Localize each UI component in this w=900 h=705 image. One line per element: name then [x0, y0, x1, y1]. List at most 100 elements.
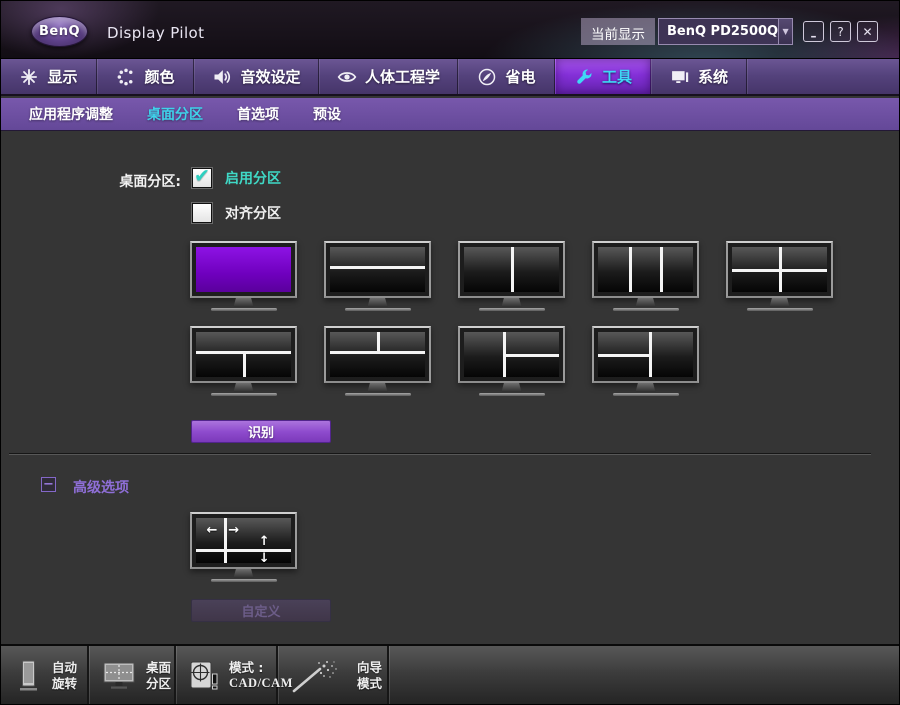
tab-人体工程学[interactable]: 人体工程学 — [319, 59, 458, 94]
tab-颜色[interactable]: 颜色 — [97, 59, 194, 94]
tab-音效设定[interactable]: 音效设定 — [194, 59, 319, 94]
monitor-screen — [598, 332, 693, 377]
benq-logo: BenQ — [31, 16, 88, 47]
toolbar-桌面分区[interactable]: 桌面 分区 — [89, 646, 176, 704]
monitor-base — [344, 308, 411, 311]
resize-arrow-icon: ← — [206, 522, 218, 538]
identify-button[interactable]: 识别 — [191, 420, 331, 443]
monitor-stand — [233, 383, 254, 392]
monitor-frame — [324, 241, 431, 298]
bottom-toolbar: 自动 旋转 桌面 分区 模式 : CAD/CAM 向导 模式 — [1, 644, 899, 704]
color-dots-icon — [116, 67, 136, 87]
tab-label: 音效设定 — [240, 68, 301, 86]
toolbar-模式CAD-CAM[interactable]: 模式 : CAD/CAM — [176, 646, 292, 704]
monitor-screen — [464, 247, 559, 292]
layout-thumbnail-left-split-right-full[interactable] — [592, 326, 699, 396]
titlebar: BenQ Display Pilot 当前显示 BenQ PD2500Q ▼ –… — [1, 1, 899, 59]
tab-系统[interactable]: 系统 — [651, 59, 747, 94]
partition-line — [376, 332, 380, 353]
minus-icon: − — [43, 477, 54, 492]
close-icon: ✕ — [862, 24, 873, 39]
section-divider — [9, 453, 871, 454]
checkbox-unchecked[interactable] — [192, 203, 212, 223]
layout-thumbnail-grid-2x2[interactable] — [726, 241, 833, 311]
tab-label: 显示 — [47, 68, 78, 86]
help-button[interactable]: ? — [830, 21, 851, 42]
wrench-icon — [574, 67, 594, 87]
resize-arrow-icon: → — [228, 522, 240, 538]
checkbox-对齐分区[interactable]: 对齐分区 — [192, 203, 281, 223]
subtab-预设[interactable]: 预设 — [313, 104, 341, 124]
toolbar-item-label: 自动 旋转 — [52, 660, 78, 691]
monitor-frame — [592, 241, 699, 298]
monitor-screen: ← → ↑ ↓ — [196, 518, 291, 563]
advanced-collapse-toggle[interactable]: − — [41, 477, 56, 492]
monitor-frame — [190, 241, 297, 298]
wizard-icon — [290, 658, 348, 694]
layout-thumbnail-top-full-bottom-split[interactable] — [190, 326, 297, 396]
monitor-stand — [501, 383, 522, 392]
checkmark-icon: ✔ — [194, 165, 210, 187]
checkbox-启用分区[interactable]: ✔ 启用分区 — [192, 165, 281, 188]
layout-thumbnail-split-2-columns[interactable] — [458, 241, 565, 311]
monitor-frame — [458, 241, 565, 298]
resize-arrow-icon: ↑ — [258, 534, 270, 550]
checkbox-checked[interactable]: ✔ — [192, 165, 212, 188]
monitor-stand — [367, 383, 388, 392]
monitor-base — [344, 393, 411, 396]
tab-显示[interactable]: 显示 — [1, 59, 97, 94]
current-display-label: 当前显示 — [581, 18, 655, 45]
layout-thumbnail-top-split-bottom-full[interactable] — [324, 326, 431, 396]
partition-line — [598, 353, 651, 357]
leaf-icon — [477, 67, 497, 87]
subtab-应用程序调整[interactable]: 应用程序调整 — [29, 104, 113, 124]
main-nav: 显示 颜色 音效设定 人体工程学 省电 工具 系统 — [1, 59, 899, 96]
tab-省电[interactable]: 省电 — [458, 59, 555, 94]
partition-line — [510, 247, 514, 292]
sub-nav: 应用程序调整 桌面分区 首选项 预设 — [1, 98, 899, 131]
monitor-frame — [458, 326, 565, 383]
display-select-dropdown[interactable]: BenQ PD2500Q ▼ — [658, 18, 793, 45]
layout-thumbnail-fullscreen[interactable] — [190, 241, 297, 311]
subtab-桌面分区[interactable]: 桌面分区 — [147, 104, 203, 124]
monitor-base — [210, 393, 277, 396]
monitor-screen — [598, 247, 693, 292]
monitor-base — [478, 308, 545, 311]
minimize-button[interactable]: – — [803, 21, 824, 43]
partition-line — [503, 353, 559, 357]
toolbar-自动旋转[interactable]: 自动 旋转 — [1, 646, 89, 704]
toolbar-向导模式[interactable]: 向导 模式 — [278, 646, 389, 704]
monitor-screen — [196, 247, 291, 292]
desktop-partition-section-label: 桌面分区: — [119, 174, 181, 190]
display-select-value: BenQ PD2500Q — [667, 24, 779, 39]
subtab-首选项[interactable]: 首选项 — [237, 104, 279, 124]
tab-label: 颜色 — [144, 68, 175, 86]
monitor-stand — [367, 298, 388, 307]
layout-thumbnail-left-full-right-split[interactable] — [458, 326, 565, 396]
toolbar-item-label: 向导 模式 — [357, 660, 383, 691]
layout-thumbnail-custom-adjustable[interactable]: ← → ↑ ↓ — [190, 512, 297, 582]
layout-thumbnail-split-3-columns[interactable] — [592, 241, 699, 311]
close-button[interactable]: ✕ — [857, 21, 878, 42]
tab-label: 工具 — [601, 68, 632, 86]
resize-arrow-icon: ↓ — [258, 551, 270, 563]
app-window: BenQ Display Pilot 当前显示 BenQ PD2500Q ▼ –… — [0, 0, 900, 705]
tab-工具[interactable]: 工具 — [555, 59, 651, 94]
layout-thumbnail-split-2-rows[interactable] — [324, 241, 431, 311]
help-icon: ? — [837, 24, 844, 39]
monitor-stand — [233, 569, 254, 578]
chevron-down-icon[interactable]: ▼ — [778, 19, 792, 44]
eye-icon — [337, 67, 357, 87]
monitor-stand — [769, 298, 790, 307]
app-title: Display Pilot — [107, 24, 205, 42]
monitor-stand — [233, 298, 254, 307]
benq-logo-text: BenQ — [38, 24, 81, 39]
monitor-stand — [635, 298, 656, 307]
customize-button[interactable]: 自定义 — [191, 599, 331, 622]
brightness-icon — [19, 67, 39, 87]
monitor-base — [210, 308, 277, 311]
monitor-screen — [196, 332, 291, 377]
monitor-screen — [330, 247, 425, 292]
monitor-frame — [190, 326, 297, 383]
tab-label: 系统 — [697, 68, 728, 86]
